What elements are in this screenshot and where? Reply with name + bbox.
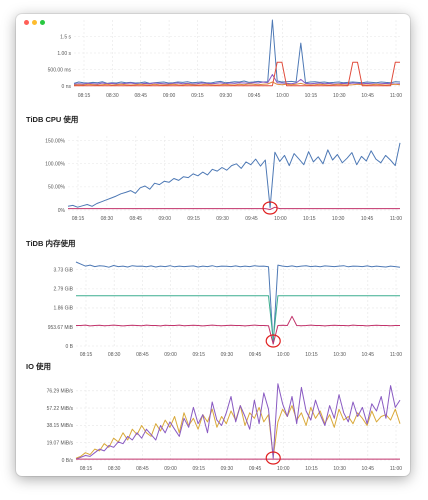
x-tick-label: 09:15 [187, 216, 200, 222]
series-line-green [76, 295, 400, 341]
x-tick-label: 10:30 [333, 466, 346, 472]
tidb-cpu-chart: 150.00% 100.00% 50.00% 0% 08:15 08:30 08:45 09:… [45, 136, 402, 222]
y-tick-label: 0 B/s [62, 458, 74, 464]
x-tick-label: 09:45 [248, 93, 261, 99]
x-tick-label: 10:45 [362, 352, 375, 358]
x-tick-label: 08:15 [78, 93, 91, 99]
x-tick-label: 11:00 [390, 93, 402, 99]
y-tick-label: 0% [58, 208, 66, 214]
memory-section-title: TiDB 内存使用 [26, 239, 76, 248]
close-dot[interactable] [24, 20, 29, 25]
series-line-purple [73, 74, 401, 85]
x-tick-label: 09:00 [158, 216, 171, 222]
x-tick-label: 11:00 [390, 216, 402, 222]
x-tick-label: 10:00 [277, 352, 290, 358]
minimize-dot[interactable] [32, 20, 37, 25]
y-tick-label: 3.73 GiB [54, 267, 74, 273]
x-tick-label: 10:00 [274, 216, 287, 222]
zoom-dot[interactable] [40, 20, 45, 25]
dashboard-window: 1.5 s 1.00 s 500.00 ms 0 ns 08:15 08:30 08:45 0… [16, 14, 410, 476]
x-tick-label: 08:45 [130, 216, 143, 222]
x-tick-label: 10:45 [361, 93, 374, 99]
y-tick-label: 0 B [65, 344, 73, 350]
y-tick-label: 19.07 MiB/s [47, 441, 74, 447]
y-tick-label: 100.00% [45, 162, 65, 168]
y-tick-label: 2.79 GiB [54, 287, 74, 293]
series-line-blue [73, 19, 401, 84]
x-tick-label: 10:15 [305, 352, 318, 358]
x-tick-label: 10:30 [333, 93, 346, 99]
y-tick-label: 150.00% [45, 138, 65, 144]
x-tick-label: 10:00 [277, 466, 290, 472]
y-tick-label: 1.00 s [57, 51, 71, 57]
series-line-pink [68, 206, 400, 210]
x-tick-label: 08:30 [108, 466, 121, 472]
x-tick-label: 09:30 [221, 466, 234, 472]
x-tick-label: 08:30 [108, 352, 121, 358]
x-tick-label: 08:30 [106, 93, 119, 99]
tidb-memory-chart: 3.73 GiB 2.79 GiB 1.86 GiB 953.67 MiB 0 B 08:… [48, 260, 402, 358]
y-tick-label: 57.22 MiB/s [47, 406, 74, 412]
x-tick-label: 09:45 [245, 216, 258, 222]
x-tick-label: 09:15 [191, 93, 204, 99]
x-tick-label: 09:30 [221, 352, 234, 358]
latency-chart: 1.5 s 1.00 s 500.00 ms 0 ns 08:15 08:30 08:45 0… [48, 19, 402, 99]
x-tick-label: 10:15 [305, 93, 318, 99]
y-tick-label: 38.15 MiB/s [47, 423, 74, 429]
x-tick-label: 11:00 [390, 466, 402, 472]
window-controls [24, 20, 45, 25]
x-tick-label: 09:30 [220, 93, 233, 99]
x-tick-label: 10:30 [333, 352, 346, 358]
x-tick-label: 10:15 [303, 216, 316, 222]
x-tick-label: 10:45 [361, 216, 374, 222]
y-tick-label: 953.67 MiB [48, 325, 74, 331]
series-line-blue [75, 261, 401, 345]
y-tick-label: 1.5 s [60, 34, 71, 40]
y-tick-label: 0 ns [62, 84, 72, 90]
x-tick-label: 08:45 [136, 466, 149, 472]
x-tick-label: 09:00 [164, 466, 177, 472]
x-tick-label: 08:15 [80, 466, 93, 472]
x-tick-label: 09:15 [192, 352, 205, 358]
x-tick-label: 09:45 [249, 352, 262, 358]
x-tick-label: 10:45 [362, 466, 375, 472]
y-tick-label: 50.00% [48, 185, 66, 191]
y-tick-label: 76.29 MiB/s [47, 389, 74, 395]
x-tick-label: 08:15 [72, 216, 85, 222]
y-tick-label: 500.00 ms [48, 67, 72, 73]
x-tick-label: 08:30 [101, 216, 114, 222]
x-tick-label: 09:00 [164, 352, 177, 358]
x-tick-label: 09:45 [249, 466, 262, 472]
x-tick-label: 09:30 [216, 216, 229, 222]
cpu-section-title: TiDB CPU 使用 [26, 115, 79, 124]
io-section-title: IO 使用 [26, 362, 52, 371]
x-tick-label: 09:15 [192, 466, 205, 472]
x-tick-label: 11:00 [390, 352, 402, 358]
x-tick-label: 09:00 [163, 93, 176, 99]
io-usage-chart: 76.29 MiB/s 57.22 MiB/s 38.15 MiB/s 19.07 M… [47, 382, 402, 472]
x-tick-label: 10:00 [276, 93, 289, 99]
series-line-pink [76, 315, 400, 345]
x-tick-label: 10:15 [305, 466, 318, 472]
y-tick-label: 1.86 GiB [54, 306, 74, 312]
x-tick-label: 08:15 [80, 352, 93, 358]
x-tick-label: 08:45 [134, 93, 147, 99]
x-tick-label: 10:30 [332, 216, 345, 222]
x-tick-label: 08:45 [136, 352, 149, 358]
series-line-blue [67, 142, 401, 209]
